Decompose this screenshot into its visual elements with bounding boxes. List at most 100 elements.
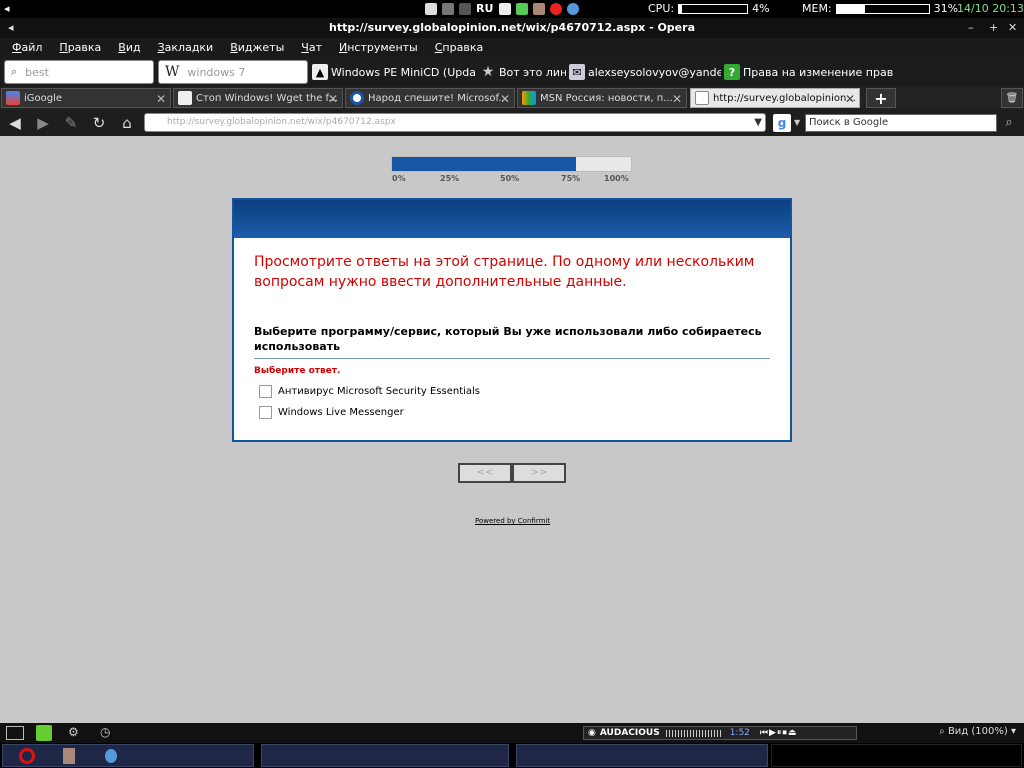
sync-icon[interactable] (36, 725, 52, 741)
mem-monitor: MEM: 31% (802, 0, 958, 18)
network-status-icon[interactable]: ⚙ (68, 725, 84, 741)
address-bar: ◀ ▶ ✎ ↻ ⌂ http://survey.globalopinion.ne… (0, 109, 1024, 136)
zoom-level: Вид (100%) (947, 726, 1008, 737)
taskbar-launcher[interactable] (2, 744, 254, 767)
cpu-bar-fill (679, 5, 682, 13)
menu-view[interactable]: Вид (118, 41, 140, 54)
url-dropdown-icon[interactable]: ▼ (754, 114, 762, 131)
bookmark-item[interactable]: ? Права на изменение прав ... (724, 63, 894, 81)
drop-icon[interactable] (105, 749, 117, 763)
search-engine-dropdown-icon[interactable]: ▼ (794, 118, 800, 127)
clock[interactable]: 14/10 20:13 (957, 0, 1024, 18)
taskbar-workspace[interactable] (771, 744, 1022, 767)
taskbar-workspace[interactable] (261, 744, 509, 767)
close-tab-icon[interactable]: ✕ (845, 92, 855, 106)
checkbox[interactable] (259, 385, 272, 398)
cpu-bar (678, 4, 749, 14)
question-icon: ? (724, 64, 740, 80)
close-tab-icon[interactable]: ✕ (328, 92, 338, 106)
clock-status-icon[interactable]: ◷ (100, 725, 116, 741)
close-button[interactable]: ✕ (1008, 18, 1017, 38)
google-search-engine-icon[interactable]: g (773, 114, 791, 132)
search-go-icon[interactable]: ⌕ (999, 114, 1019, 132)
penguin-icon: ▲ (312, 64, 328, 80)
status-bar: ⚙ ◷ ◉ AUDACIOUS 1:52 ⏮▶⏸⏹⏏ ⌕ Вид (100%) … (0, 723, 1024, 743)
tab-narod[interactable]: Народ спешите! Microsof... ✕ (345, 88, 515, 108)
powered-by-link[interactable]: Powered by Confirmit (475, 517, 550, 525)
battery-icon[interactable] (442, 3, 454, 15)
close-tab-icon[interactable]: ✕ (156, 92, 166, 106)
tab-title: Стоп Windows! Wget the f... (196, 92, 338, 104)
url-field[interactable]: http://survey.globalopinion.net/wix/p467… (144, 113, 766, 132)
previous-button[interactable]: << (458, 463, 512, 483)
search-input[interactable]: Поиск в Google (805, 114, 997, 132)
bookmark-label: Windows PE MiniCD (Updat... (331, 65, 476, 79)
app-icon[interactable] (63, 748, 75, 764)
tab-msn[interactable]: MSN Россия: новости, п... ✕ (517, 88, 687, 108)
app-icon[interactable] (533, 3, 546, 15)
cpu-label: CPU: (648, 2, 675, 15)
page-content: 0% 25% 50% 75% 100% Просмотрите ответы н… (0, 136, 1024, 723)
zoom-control[interactable]: ⌕ Вид (100%) ▾ (939, 726, 1016, 737)
option-live-messenger[interactable]: Windows Live Messenger (259, 406, 404, 419)
checkbox[interactable] (259, 406, 272, 419)
reload-button[interactable]: ↻ (89, 113, 109, 133)
home-button[interactable]: ⌂ (117, 113, 137, 133)
player-name: AUDACIOUS (599, 728, 660, 738)
question-text: Выберите программу/сервис, который Вы уж… (254, 325, 762, 353)
progress-label: 75% (561, 174, 581, 183)
progress-label: 50% (500, 174, 520, 183)
window-menu-icon[interactable]: ◂ (8, 18, 14, 38)
close-tab-icon[interactable]: ✕ (500, 92, 510, 106)
network-icon[interactable] (516, 3, 529, 15)
linux-icon[interactable] (425, 3, 437, 15)
next-button[interactable]: >> (512, 463, 566, 483)
window-titlebar[interactable]: ◂ http://survey.globalopinion.net/wix/p4… (0, 18, 1024, 38)
bookmark-item[interactable]: ✉ alexseysolovyov@yandex.ru (569, 63, 721, 81)
wikipedia-search-field[interactable]: W windows 7 (158, 60, 308, 84)
bookmark-item[interactable]: ★ Вот это линк! (480, 63, 566, 81)
panel-left-arrow[interactable]: ◂ (4, 0, 10, 18)
menu-edit[interactable]: Правка (59, 41, 101, 54)
trash-icon[interactable]: 🗑 (1001, 88, 1023, 108)
audacious-player[interactable]: ◉ AUDACIOUS 1:52 ⏮▶⏸⏹⏏ (583, 726, 857, 740)
survey-progress-fill (392, 157, 577, 171)
keyboard-layout[interactable]: RU (476, 0, 493, 18)
drop-icon[interactable] (567, 3, 580, 15)
close-tab-icon[interactable]: ✕ (672, 92, 682, 106)
option-security-essentials[interactable]: Антивирус Microsoft Security Essentials (259, 385, 480, 398)
taskbar-workspace[interactable] (516, 744, 768, 767)
opera-icon[interactable] (19, 748, 35, 764)
bookmark-search-field[interactable]: ⌕ best (4, 60, 154, 84)
menu-tools[interactable]: Инструменты (339, 41, 418, 54)
new-tab-button[interactable]: + (866, 88, 896, 108)
window-title: http://survey.globalopinion.net/wix/p467… (328, 21, 695, 34)
tab-igoogle[interactable]: iGoogle ✕ (1, 88, 171, 108)
maximize-button[interactable]: + (989, 18, 998, 38)
menu-widgets[interactable]: Виджеты (230, 41, 284, 54)
menu-file[interactable]: Файл (12, 41, 42, 54)
system-panel: ◂ RU CPU: 4% MEM: 31% 14/10 20:13 (0, 0, 1024, 18)
back-button[interactable]: ◀ (5, 113, 25, 133)
tab-stop-windows[interactable]: Стоп Windows! Wget the f... ✕ (173, 88, 343, 108)
menu-help[interactable]: Справка (435, 41, 483, 54)
menu-bookmarks[interactable]: Закладки (158, 41, 214, 54)
clipboard-icon[interactable] (499, 3, 512, 15)
error-message: Просмотрите ответы на этой странице. По … (254, 254, 755, 290)
bookmark-item[interactable]: ▲ Windows PE MiniCD (Updat... (312, 63, 476, 81)
volume-icon[interactable] (459, 3, 471, 15)
tab-survey[interactable]: http://survey.globalopinion... ✕ (690, 88, 860, 108)
progress-label: 0% (392, 174, 406, 183)
edit-icon[interactable]: ✎ (61, 113, 81, 133)
opera-icon[interactable] (550, 3, 563, 15)
player-controls[interactable]: ⏮▶⏸⏹⏏ (760, 728, 798, 738)
minimize-button[interactable]: – (968, 18, 974, 38)
survey-progress-bar (391, 156, 632, 172)
option-label[interactable]: Антивирус Microsoft Security Essentials (278, 386, 480, 397)
zoom-dropdown-icon[interactable]: ▾ (1011, 726, 1016, 737)
menu-chat[interactable]: Чат (301, 41, 322, 54)
forward-button[interactable]: ▶ (33, 113, 53, 133)
tray-icons: RU (425, 0, 584, 18)
option-label[interactable]: Windows Live Messenger (278, 407, 404, 418)
panel-toggle-icon[interactable] (6, 726, 24, 740)
